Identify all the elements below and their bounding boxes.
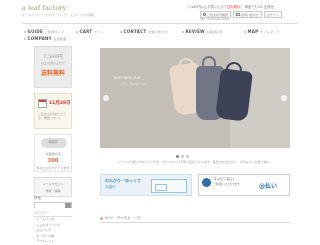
site-logo[interactable]: a leaf factory <box>22 5 66 12</box>
shipping-date: 11月28日 <box>49 101 71 106</box>
nav-review-sub: お客様の声 <box>206 30 223 34</box>
nav-cart-sub: カート <box>93 30 104 34</box>
bullet-icon <box>24 31 26 33</box>
search-label: 検索 <box>34 196 41 200</box>
pay-banner-line2: ご利用いただけます <box>213 182 241 186</box>
mail-icon <box>236 13 240 16</box>
contact-button[interactable]: お問い合わせ <box>233 11 262 18</box>
hero-title: ANOTHER LEAF <box>114 76 141 80</box>
nav-company-label: COMPANY <box>27 36 52 41</box>
announce-prefix: 7,560円以上お買い上げで <box>188 5 228 9</box>
reviews-banner[interactable]: 再販売 お客様の声 300 件以上いただいています <box>34 134 72 172</box>
delivery-banner[interactable]: のんびり・ゆっくり お届け <box>100 174 192 196</box>
newsletter-line2: 登録・解除 <box>45 189 61 193</box>
shipping-date-text: ご注文はお早めにどうぞ。発送について <box>38 112 66 120</box>
nav-map-label: MAP <box>247 29 259 34</box>
main-nav: GUIDE ご利用ガイド CART カート CONTACT お問い合わせ REVIEW… <box>22 23 298 41</box>
nav-item-guide[interactable]: GUIDE ご利用ガイド <box>24 29 64 34</box>
category-item[interactable]: アウトレット <box>34 239 72 245</box>
delivery-banner-head: のんびり・ゆっくり <box>105 178 141 183</box>
order-status-label: ご注文状況確認 <box>207 12 229 17</box>
calendar-icon <box>38 99 47 108</box>
search-button[interactable] <box>65 203 71 208</box>
section-title: アイテム <box>116 216 131 220</box>
shipping-date-banner[interactable]: 11月28日 ご注文はお早めにどうぞ。発送について <box>34 93 72 129</box>
nav-company-sub: 会社概要 <box>53 37 67 41</box>
nav-item-review[interactable]: REVIEW お客様の声 <box>182 29 223 34</box>
contact-label: お問い合わせ <box>240 12 259 17</box>
announce-highlight: 送料無料 <box>227 5 241 9</box>
newsletter-line1: メールマガジン <box>42 182 64 186</box>
announce-suffix: ！ 単品でもOK 全商品 <box>240 5 274 9</box>
category-list: トートバッグ ショルダーバッグ エコバッグ ポーチ・小物 アウトレット <box>34 217 72 245</box>
slide-dot[interactable] <box>176 155 179 158</box>
nav-contact-label: CONTACT <box>123 29 147 34</box>
intro-text: シンプルで使いやすいバッグを、ひとつひとつ丁寧に仕立てています。毎日のお出かけに… <box>117 160 273 164</box>
bullet-icon <box>76 31 78 33</box>
nav-review-label: REVIEW <box>185 29 205 34</box>
bullet-icon <box>24 38 26 40</box>
nav-item-cart[interactable]: CART カート <box>76 29 104 34</box>
shipping-announcement: 7,560円以上お買い上げで送料無料！ 単品でもOK 全商品 <box>188 4 274 9</box>
free-shipping-banner[interactable]: 7,560円 以上お買い上げで 送料無料 <box>34 46 72 88</box>
store-icon <box>202 178 211 187</box>
slide-dot[interactable] <box>186 155 189 158</box>
sidebar: 7,560円 以上お買い上げで 送料無料 11月28日 ご注文はお早めにどうぞ。… <box>34 46 72 202</box>
nav-guide-sub: ご利用ガイド <box>44 30 65 34</box>
nav-item-contact[interactable]: CONTACT お問い合わせ <box>120 29 168 34</box>
hero-subtitle: ナチュラルなバッグ <box>120 82 148 86</box>
login-label: ログイン <box>266 12 279 17</box>
section-label: NEW <box>104 216 113 220</box>
next-slide-icon[interactable]: › <box>281 95 287 101</box>
free-shipping-price: 7,560円 <box>43 54 63 60</box>
reviews-line3: 件以上いただいています <box>36 166 70 170</box>
contact-line: TEL: 03-0000-0000 <box>200 17 229 21</box>
reviews-line1: 再販売 <box>48 140 58 144</box>
nav-item-map[interactable]: MAP サイトマップ <box>244 29 280 34</box>
login-button[interactable]: ログイン <box>263 11 282 18</box>
reviews-line2: お客様の声 <box>45 152 61 156</box>
hero-slideshow[interactable]: ANOTHER LEAF ナチュラルなバッグ ‹ › <box>100 48 290 148</box>
slide-indicators <box>176 155 189 158</box>
new-items-heading: NEW アイテム 一覧 <box>100 215 290 223</box>
bullet-icon <box>244 31 246 33</box>
bullet-icon <box>120 31 122 33</box>
free-shipping-label: 送料無料 <box>40 70 65 77</box>
search-box <box>34 202 72 208</box>
navy-bag-image <box>215 68 253 122</box>
nav-cart-label: CART <box>79 29 93 34</box>
slide-dot[interactable] <box>181 155 184 158</box>
delivery-banner-sub: お届け <box>105 185 116 189</box>
nav-contact-sub: お問い合わせ <box>147 30 168 34</box>
newsletter-banner[interactable]: メールマガジン 登録・解除 <box>34 177 72 197</box>
leaf-icon <box>100 216 103 220</box>
cart-icon <box>203 13 206 16</box>
pay-banner-logo: @払い <box>259 183 278 190</box>
nav-guide-label: GUIDE <box>27 29 44 34</box>
reviews-count: 300 <box>47 158 59 164</box>
package-icon <box>151 179 187 193</box>
free-shipping-sub: 以上お買い上げで <box>40 61 65 65</box>
site-tagline: トートバッグ・ショルダーバッグ・エコバッグの通販 <box>22 13 94 17</box>
section-link[interactable]: 一覧 <box>133 216 140 220</box>
convenience-pay-banner[interactable]: コンビニ払い ご利用いただけます @払い <box>198 174 290 196</box>
bullet-icon <box>182 31 184 33</box>
prev-slide-icon[interactable]: ‹ <box>103 95 109 101</box>
nav-map-sub: サイトマップ <box>259 30 280 34</box>
nav-item-company[interactable]: COMPANY 会社概要 <box>24 36 67 41</box>
search-input[interactable] <box>35 203 65 208</box>
